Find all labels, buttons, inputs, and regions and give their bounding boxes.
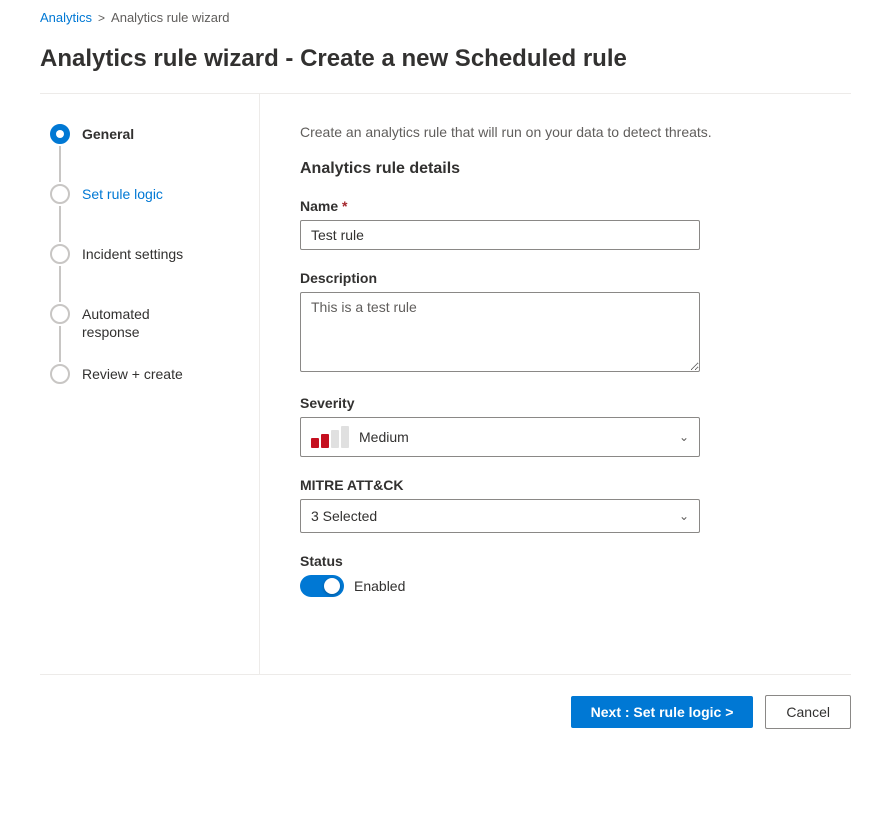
- main-content: General Set rule logic Incident settings: [0, 94, 891, 674]
- status-toggle[interactable]: [300, 575, 344, 597]
- severity-value: Medium: [359, 429, 679, 445]
- severity-icon: [311, 426, 349, 448]
- step-connector-2: [59, 206, 61, 242]
- step-circle-general: [50, 124, 70, 144]
- breadcrumb-current: Analytics rule wizard: [111, 10, 230, 25]
- step-label-general: General: [82, 124, 134, 143]
- step-label-automated-response: Automatedresponse: [82, 304, 150, 341]
- status-label: Status: [300, 553, 821, 569]
- name-input[interactable]: [300, 220, 700, 250]
- mitre-value: 3 Selected: [311, 508, 679, 524]
- step-circle-review-create: [50, 364, 70, 384]
- step-circle-incident-settings: [50, 244, 70, 264]
- cancel-button[interactable]: Cancel: [765, 695, 851, 729]
- description-input[interactable]: This is a test rule: [300, 292, 700, 372]
- mitre-dropdown[interactable]: 3 Selected ⌄: [300, 499, 700, 533]
- form-section-title: Analytics rule details: [300, 160, 821, 178]
- page-title: Analytics rule wizard - Create a new Sch…: [0, 35, 891, 93]
- name-label: Name *: [300, 198, 821, 214]
- breadcrumb-analytics-link[interactable]: Analytics: [40, 10, 92, 25]
- name-group: Name *: [300, 198, 821, 250]
- breadcrumb: Analytics > Analytics rule wizard: [0, 0, 891, 35]
- severity-group: Severity Medium ⌄: [300, 395, 821, 457]
- step-circle-automated-response: [50, 304, 70, 324]
- step-connector-3: [59, 266, 61, 302]
- step-label-set-rule-logic[interactable]: Set rule logic: [82, 184, 163, 203]
- status-toggle-label: Enabled: [354, 578, 405, 594]
- mitre-group: MITRE ATT&CK 3 Selected ⌄: [300, 477, 821, 533]
- action-bar: Next : Set rule logic > Cancel: [0, 675, 891, 749]
- step-circle-set-rule-logic: [50, 184, 70, 204]
- severity-dropdown[interactable]: Medium ⌄: [300, 417, 700, 457]
- step-automated-response: Automatedresponse: [50, 304, 239, 364]
- name-required-star: *: [342, 198, 347, 214]
- step-connector-4: [59, 326, 61, 362]
- step-label-review-create: Review + create: [82, 364, 183, 383]
- mitre-chevron-icon: ⌄: [679, 509, 689, 523]
- form-subtitle: Create an analytics rule that will run o…: [300, 124, 821, 140]
- next-button[interactable]: Next : Set rule logic >: [571, 696, 754, 728]
- breadcrumb-separator: >: [98, 11, 105, 25]
- step-incident-settings: Incident settings: [50, 244, 239, 304]
- step-label-incident-settings: Incident settings: [82, 244, 183, 263]
- step-set-rule-logic: Set rule logic: [50, 184, 239, 244]
- description-group: Description This is a test rule: [300, 270, 821, 375]
- severity-label: Severity: [300, 395, 821, 411]
- status-toggle-row: Enabled: [300, 575, 821, 597]
- severity-chevron-icon: ⌄: [679, 430, 689, 444]
- step-review-create: Review + create: [50, 364, 239, 384]
- mitre-label: MITRE ATT&CK: [300, 477, 821, 493]
- step-connector-1: [59, 146, 61, 182]
- step-general: General: [50, 124, 239, 184]
- form-panel: Create an analytics rule that will run o…: [260, 94, 851, 674]
- description-label: Description: [300, 270, 821, 286]
- stepper: General Set rule logic Incident settings: [40, 94, 260, 674]
- status-group: Status Enabled: [300, 553, 821, 597]
